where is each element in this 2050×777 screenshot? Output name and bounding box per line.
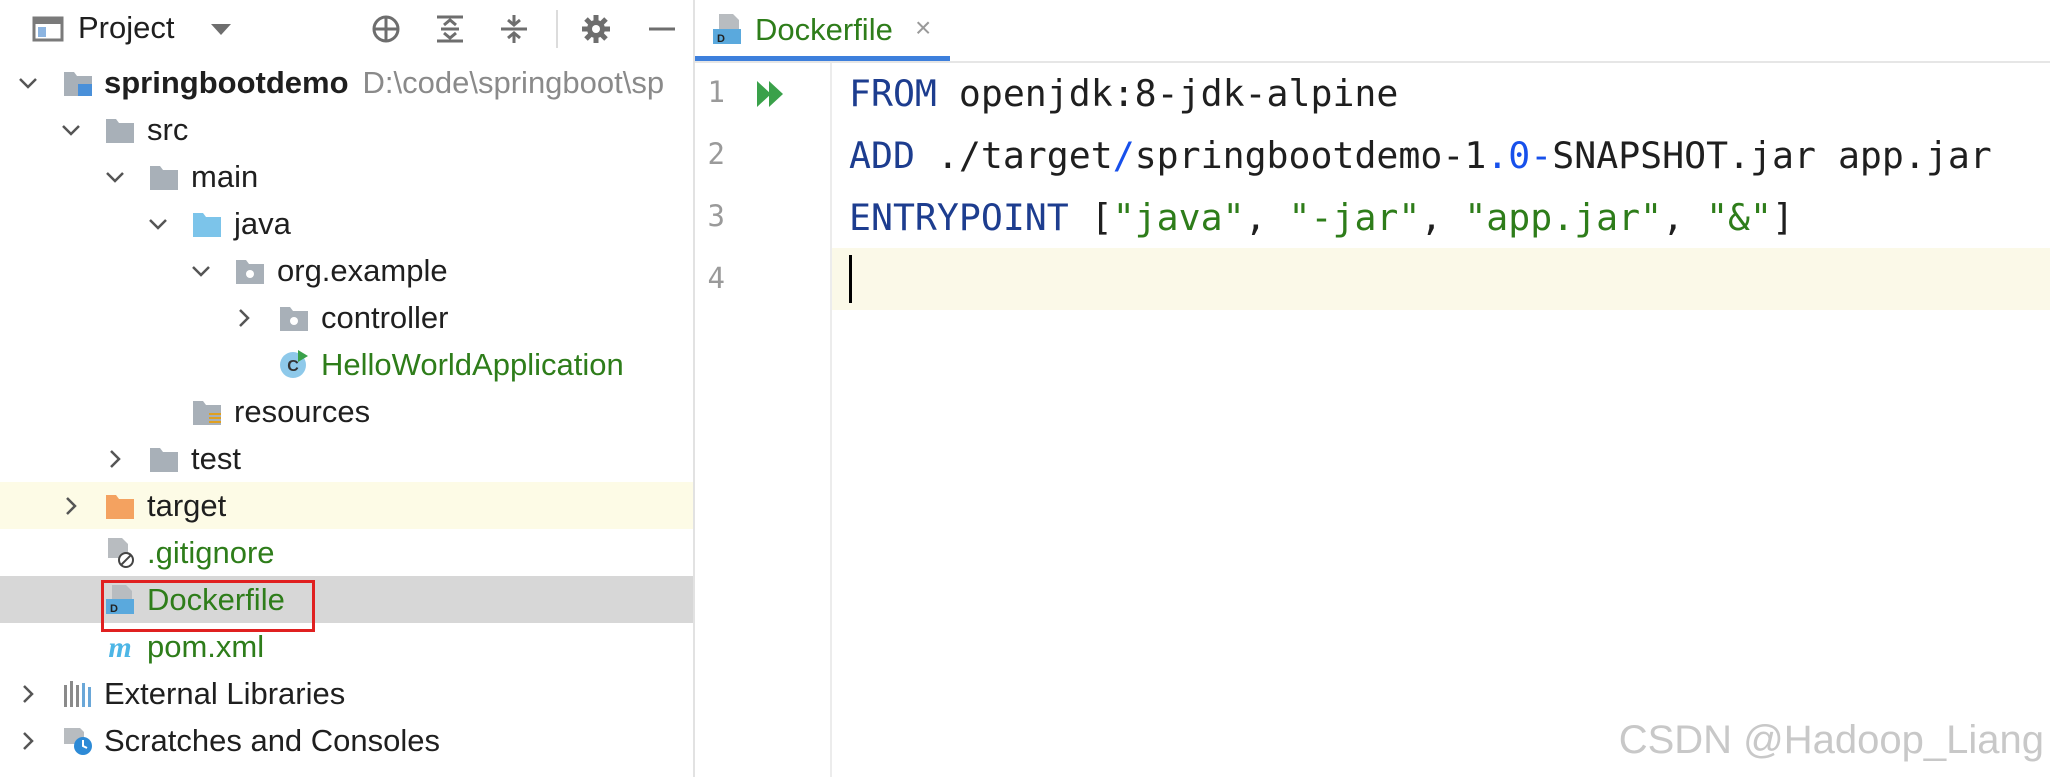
tree-item-label: test <box>191 441 241 476</box>
maven-icon: m <box>108 632 131 662</box>
tree-item-label: HelloWorldApplication <box>321 347 624 382</box>
chevron-right-icon[interactable] <box>59 494 83 518</box>
tree-item-springbootdemo[interactable]: springbootdemo D:\code\springboot\sp <box>0 59 693 106</box>
tree-item-resources[interactable]: resources <box>0 388 693 435</box>
tree-item-org-example[interactable]: org.example <box>0 247 693 294</box>
project-header: Project <box>0 0 693 58</box>
svg-text:m: m <box>108 632 131 662</box>
tree-item-external-libraries[interactable]: External Libraries <box>0 670 693 717</box>
folder-icon <box>150 448 178 472</box>
tree-item-test[interactable]: test <box>0 435 693 482</box>
scratches-icon <box>64 728 92 755</box>
tree-item-label: resources <box>234 394 371 429</box>
resources-folder-icon <box>193 401 221 425</box>
line-number: 3 <box>707 199 725 233</box>
package-icon <box>280 307 308 331</box>
chevron-right-icon[interactable] <box>16 682 40 706</box>
tab-dockerfile[interactable]: D Dockerfile × <box>695 0 950 61</box>
editor: D Dockerfile × 1 2 3 4 FROM openjdk:8-jd… <box>695 0 2050 777</box>
tree-item-label: External Libraries <box>104 676 346 711</box>
tree-root-path: D:\code\springboot\sp <box>362 65 665 100</box>
chevron-down-icon[interactable] <box>208 18 234 40</box>
tree-item-label: java <box>234 206 291 241</box>
crosshair-icon[interactable] <box>370 14 402 44</box>
run-gutter-icon[interactable] <box>755 77 789 111</box>
tree-item-src[interactable]: src <box>0 106 693 153</box>
collapse-all-icon[interactable] <box>498 14 530 44</box>
editor-gutter: 1 2 3 4 <box>695 63 832 777</box>
folder-icon <box>150 166 178 190</box>
code-line-2: ADD ./target/springbootdemo-1.0-SNAPSHOT… <box>849 134 1992 177</box>
close-icon[interactable]: × <box>915 12 931 44</box>
tree-item-java[interactable]: java <box>0 200 693 247</box>
chevron-right-icon[interactable] <box>103 447 127 471</box>
tree-item-label: main <box>191 159 259 194</box>
tree-item-label: pom.xml <box>147 629 265 664</box>
tree-item-helloworldapplication[interactable]: C HelloWorldApplication <box>0 341 693 388</box>
line-number: 1 <box>707 75 725 109</box>
svg-text:C: C <box>287 358 299 375</box>
svg-text:D: D <box>717 33 725 45</box>
line-number: 2 <box>707 137 725 171</box>
excluded-folder-icon <box>106 495 134 519</box>
watermark: CSDN @Hadoop_Liang <box>1618 718 2044 762</box>
module-folder-icon <box>64 72 92 96</box>
project-title[interactable]: Project <box>78 8 174 48</box>
current-line-highlight <box>695 248 2050 310</box>
chevron-down-icon[interactable] <box>103 165 127 189</box>
code-line-1: FROM openjdk:8-jdk-alpine <box>849 72 1399 115</box>
project-view-icon <box>32 16 64 42</box>
chevron-down-icon[interactable] <box>59 118 83 142</box>
chevron-down-icon[interactable] <box>146 212 170 236</box>
tree-item-gitignore[interactable]: .gitignore <box>0 529 693 576</box>
tree-root-label: springbootdemo <box>104 65 349 100</box>
tree-item-label: .gitignore <box>147 535 275 570</box>
library-icon <box>64 681 91 707</box>
dockerfile-icon: D <box>713 14 741 45</box>
tab-label: Dockerfile <box>755 12 893 47</box>
tree-item-label: Scratches and Consoles <box>104 723 441 758</box>
chevron-down-icon[interactable] <box>16 71 40 95</box>
tree-item-label: target <box>147 488 227 523</box>
project-panel: Project springbootdemo D:\code\springboo… <box>0 0 695 777</box>
tree-item-controller[interactable]: controller <box>0 294 693 341</box>
chevron-right-icon[interactable] <box>16 729 40 753</box>
minimize-icon[interactable] <box>646 14 678 44</box>
code-line-3: ENTRYPOINT ["java", "-jar", "app.jar", "… <box>849 196 1794 239</box>
folder-icon <box>106 119 134 143</box>
selection-highlight-box <box>101 580 315 632</box>
chevron-right-icon[interactable] <box>232 306 256 330</box>
line-number: 4 <box>707 261 725 295</box>
package-icon <box>236 260 264 284</box>
tree-item-scratches[interactable]: Scratches and Consoles <box>0 717 693 764</box>
editor-tab-bar: D Dockerfile × <box>695 0 2050 63</box>
expand-all-icon[interactable] <box>434 14 466 44</box>
toolbar-separator <box>556 10 558 48</box>
chevron-down-icon[interactable] <box>189 259 213 283</box>
source-folder-icon <box>193 213 221 237</box>
tree-item-main[interactable]: main <box>0 153 693 200</box>
tree-item-target[interactable]: target <box>0 482 693 529</box>
gear-icon[interactable] <box>580 14 612 44</box>
java-class-icon: C <box>280 350 308 378</box>
ignore-file-icon <box>108 538 134 568</box>
tree-item-label: src <box>147 112 189 147</box>
tree-item-label: controller <box>321 300 449 335</box>
tree-item-label: org.example <box>277 253 448 288</box>
text-caret <box>849 255 852 303</box>
